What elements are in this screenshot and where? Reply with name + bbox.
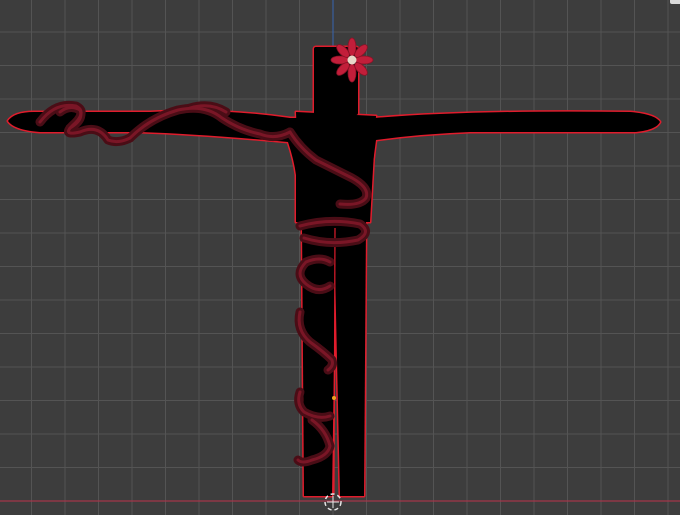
viewport-canvas[interactable] bbox=[0, 0, 680, 515]
origin-icon[interactable] bbox=[324, 493, 342, 511]
character-body bbox=[8, 47, 660, 496]
flower-center bbox=[347, 55, 357, 65]
corner-indicator-icon[interactable] bbox=[670, 0, 680, 4]
pivot-point-icon[interactable] bbox=[332, 396, 336, 400]
3d-viewport[interactable] bbox=[0, 0, 680, 515]
